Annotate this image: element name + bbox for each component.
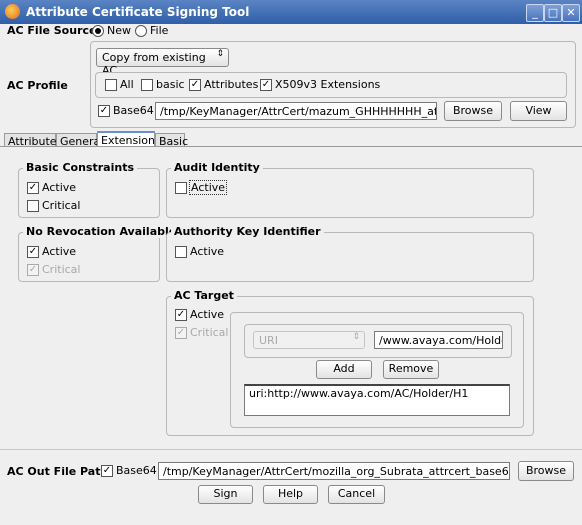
bc-critical-checkbox[interactable]: [27, 200, 39, 212]
bottom-divider: [0, 449, 582, 450]
chevron-updown-icon: ⇕: [352, 332, 360, 342]
bc-active-label: Active: [42, 181, 77, 194]
ac-out-label: AC Out File Path: [7, 465, 109, 478]
x509-checkbox[interactable]: ✓: [260, 79, 272, 91]
bc-critical-label: Critical: [42, 199, 81, 212]
tab-attributes[interactable]: Attributes: [4, 133, 62, 148]
basic-constraints-title: Basic Constraints: [23, 161, 137, 174]
tab-general[interactable]: General: [56, 133, 103, 148]
out-base64-label: Base64: [116, 464, 157, 477]
window-title: Attribute Certificate Signing Tool: [26, 5, 250, 19]
nr-critical-checkbox: ✓: [27, 264, 39, 276]
out-path-input[interactable]: /tmp/KeyManager/AttrCert/mozilla_org_Sub…: [158, 462, 510, 480]
nr-active-label: Active: [42, 245, 77, 258]
target-add-button[interactable]: Add: [316, 360, 372, 379]
nr-active-checkbox[interactable]: ✓: [27, 246, 39, 258]
act-active-label: Active: [190, 308, 225, 321]
ai-active-label: Active: [189, 180, 228, 195]
target-type-select: URI ⇕: [253, 331, 365, 349]
profile-browse-button[interactable]: Browse: [444, 101, 502, 121]
nr-critical-label: Critical: [42, 263, 81, 276]
aki-active-label: Active: [190, 245, 225, 258]
source-file-label: File: [150, 24, 169, 37]
authority-key-title: Authority Key Identifier: [171, 225, 324, 238]
ac-file-source-label: AC File Source: [7, 24, 97, 37]
basic-checkbox[interactable]: [141, 79, 153, 91]
target-list[interactable]: uri:http://www.avaya.com/AC/Holder/H1: [244, 384, 510, 416]
audit-identity-title: Audit Identity: [171, 161, 263, 174]
aki-active-checkbox[interactable]: [175, 246, 187, 258]
source-new-label: New: [107, 24, 131, 37]
no-revocation-title: No Revocation Available: [23, 225, 180, 238]
title-bar: Attribute Certificate Signing Tool _ □ ✕: [0, 0, 582, 24]
source-file-radio[interactable]: [135, 25, 147, 37]
act-active-checkbox[interactable]: ✓: [175, 309, 187, 321]
maximize-button[interactable]: □: [544, 4, 562, 22]
profile-source-select[interactable]: Copy from existing AC ⇕: [96, 48, 229, 77]
profile-base64-checkbox[interactable]: ✓: [98, 105, 110, 117]
act-critical-checkbox: ✓: [175, 327, 187, 339]
tab-divider: [0, 146, 582, 147]
out-browse-button[interactable]: Browse: [518, 461, 574, 481]
ai-active-checkbox[interactable]: [175, 182, 187, 194]
all-label: All: [120, 78, 134, 91]
cancel-button[interactable]: Cancel: [328, 485, 385, 504]
target-type-value: URI: [259, 334, 278, 347]
source-new-radio[interactable]: [92, 25, 104, 37]
profile-view-button[interactable]: View: [510, 101, 567, 121]
basic-label: basic: [156, 78, 185, 91]
target-value-input[interactable]: /www.avaya.com/Holder/H1: [374, 331, 503, 349]
bc-active-checkbox[interactable]: ✓: [27, 182, 39, 194]
all-checkbox[interactable]: [105, 79, 117, 91]
help-button[interactable]: Help: [263, 485, 318, 504]
basic-constraints-group: [18, 168, 160, 218]
chevron-updown-icon: ⇕: [216, 49, 224, 59]
target-remove-button[interactable]: Remove: [383, 360, 439, 379]
out-base64-checkbox[interactable]: ✓: [101, 465, 113, 477]
attributes-checkbox[interactable]: ✓: [189, 79, 201, 91]
close-button[interactable]: ✕: [562, 4, 580, 22]
ac-target-title: AC Target: [171, 289, 237, 302]
profile-path-input[interactable]: /tmp/KeyManager/AttrCert/mazum_GHHHHHHH_…: [155, 102, 437, 120]
minimize-button[interactable]: _: [526, 4, 544, 22]
act-critical-label: Critical: [190, 326, 229, 339]
sign-button[interactable]: Sign: [198, 485, 253, 504]
x509-label: X509v3 Extensions: [275, 78, 381, 91]
ac-profile-label: AC Profile: [7, 79, 68, 92]
attributes-label: Attributes: [204, 78, 259, 91]
tab-extensions[interactable]: Extensions: [97, 131, 161, 147]
tab-basic[interactable]: Basic: [155, 133, 188, 148]
profile-base64-label: Base64: [113, 104, 154, 117]
no-revocation-group: [18, 232, 160, 282]
app-icon: [5, 4, 20, 19]
list-item[interactable]: uri:http://www.avaya.com/AC/Holder/H1: [249, 387, 468, 400]
